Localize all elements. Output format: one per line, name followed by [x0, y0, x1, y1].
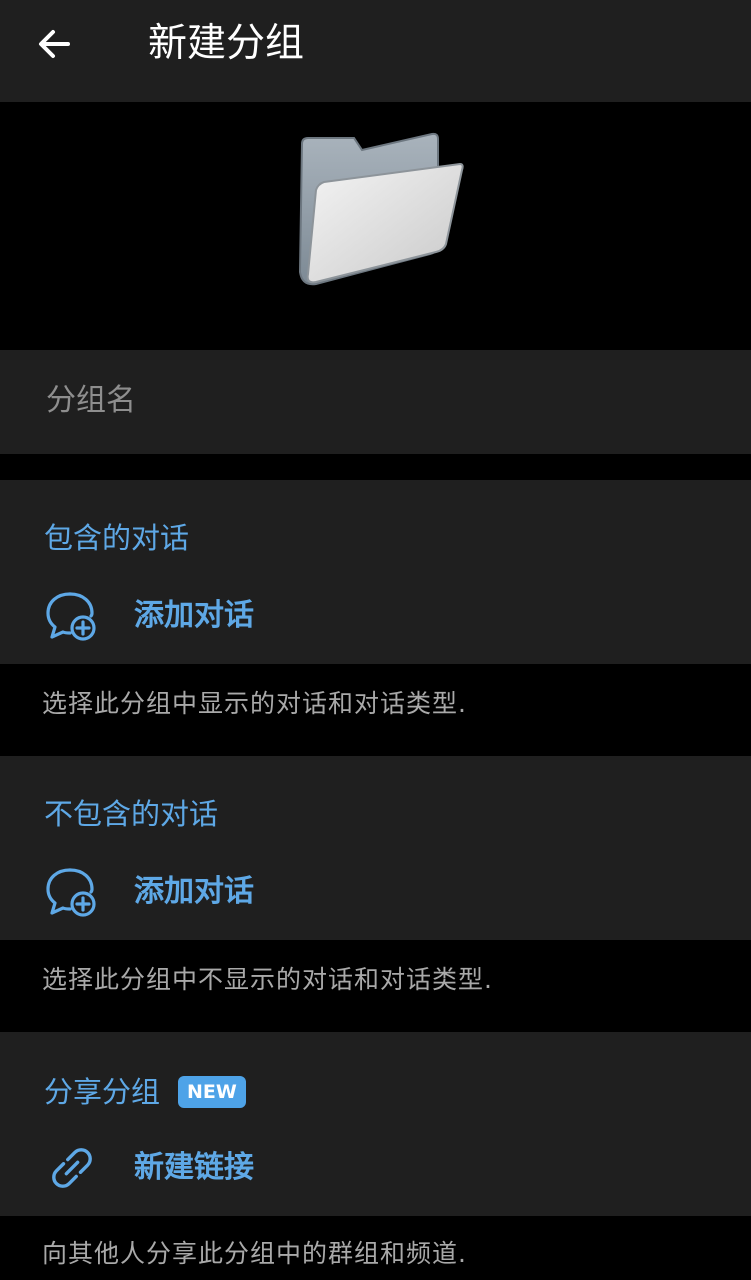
included-chats-section: 包含的对话 添加对话	[0, 480, 751, 664]
create-link-label: 新建链接	[134, 1150, 254, 1185]
share-folder-title: 分享分组	[44, 1075, 161, 1109]
folder-icon	[298, 132, 464, 286]
page-title: 新建分组	[148, 21, 305, 66]
excluded-chats-title: 不包含的对话	[44, 797, 219, 831]
add-chat-label: 添加对话	[134, 874, 254, 909]
included-chats-hint: 选择此分组中显示的对话和对话类型.	[42, 689, 467, 718]
share-folder-section: 分享分组 NEW 新建链接	[0, 1032, 751, 1216]
arrow-left-icon	[39, 30, 70, 58]
add-chat-label: 添加对话	[134, 598, 254, 633]
chat-add-icon	[46, 868, 96, 917]
share-folder-title-row: 分享分组 NEW	[44, 1072, 246, 1112]
folder-name-input[interactable]: 分组名	[46, 378, 706, 424]
add-included-chat-button[interactable]: 添加对话	[0, 582, 751, 664]
folder-name-row: 分组名	[0, 350, 751, 454]
chat-add-icon	[46, 592, 96, 641]
new-badge: NEW	[178, 1076, 246, 1108]
top-app-bar: 新建分组	[0, 0, 751, 102]
add-excluded-chat-button[interactable]: 添加对话	[0, 858, 751, 940]
included-chats-title: 包含的对话	[44, 521, 190, 555]
back-button[interactable]	[22, 16, 86, 72]
excluded-chats-section: 不包含的对话 添加对话	[0, 756, 751, 940]
create-link-button[interactable]: 新建链接	[0, 1134, 751, 1216]
excluded-chats-hint: 选择此分组中不显示的对话和对话类型.	[42, 965, 493, 994]
link-icon	[52, 1148, 92, 1188]
share-folder-hint: 向其他人分享此分组中的群组和频道.	[42, 1239, 467, 1268]
